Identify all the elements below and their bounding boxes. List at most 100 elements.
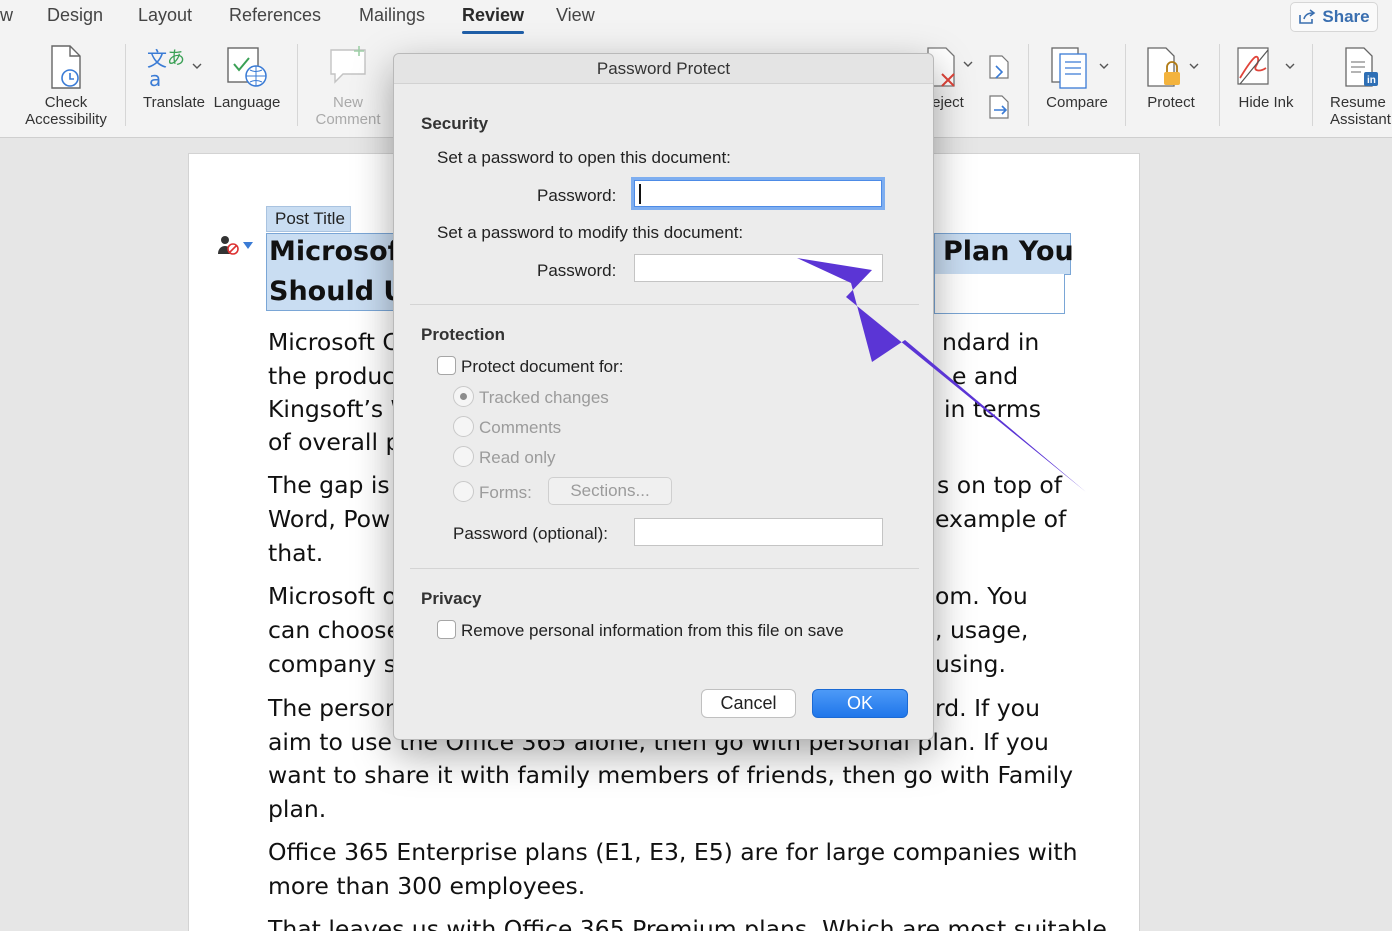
language-label: Language bbox=[213, 94, 281, 111]
translate-button[interactable]: 文あa Translate bbox=[140, 44, 208, 111]
optional-password-field[interactable] bbox=[634, 518, 883, 546]
paragraph-line: using. bbox=[935, 650, 1006, 678]
language-button[interactable]: Language bbox=[212, 44, 282, 111]
ribbon-separator bbox=[297, 44, 298, 126]
hide-ink-icon bbox=[1237, 47, 1295, 85]
protect-label: Protect bbox=[1147, 94, 1195, 111]
check-accessibility-button[interactable]: Check Accessibility bbox=[18, 44, 114, 128]
ribbon-tab-bar: w Design Layout References Mailings Revi… bbox=[0, 0, 1392, 40]
share-label: Share bbox=[1322, 7, 1370, 26]
paragraph-line: in terms bbox=[944, 395, 1041, 423]
modify-password-label: Password: bbox=[537, 261, 617, 280]
share-button[interactable]: Share bbox=[1290, 2, 1378, 32]
active-tab-indicator bbox=[462, 31, 524, 34]
tab-design[interactable]: Design bbox=[47, 5, 103, 26]
hide-ink-button[interactable]: Hide Ink bbox=[1232, 44, 1300, 111]
protection-heading: Protection bbox=[421, 325, 506, 344]
track-nav-buttons[interactable] bbox=[984, 44, 1014, 128]
cancel-button[interactable]: Cancel bbox=[701, 689, 796, 718]
sections-button[interactable]: Sections... bbox=[548, 477, 672, 505]
compare-label: Compare bbox=[1046, 94, 1108, 111]
protect-document-checkbox[interactable] bbox=[437, 356, 456, 375]
text-caret bbox=[639, 184, 641, 204]
remove-personal-info-checkbox[interactable] bbox=[437, 620, 456, 639]
title-content-control-right-bottom bbox=[934, 274, 1065, 314]
paragraph-line: more than 300 employees. bbox=[268, 872, 586, 900]
privacy-heading: Privacy bbox=[421, 589, 482, 608]
paragraph-line: Microsoft o bbox=[268, 582, 397, 610]
section-divider bbox=[410, 568, 919, 569]
read-only-label: Read only bbox=[479, 448, 556, 467]
paragraph-line: The gap is c bbox=[268, 471, 411, 499]
dialog-title: Password Protect bbox=[394, 54, 933, 84]
protect-lock-icon bbox=[1147, 47, 1199, 87]
protect-document-label: Protect document for: bbox=[461, 357, 624, 376]
paragraph-line: The person bbox=[268, 694, 400, 722]
modify-password-prompt: Set a password to modify this document: bbox=[437, 223, 744, 242]
open-password-field[interactable] bbox=[631, 177, 885, 210]
tab-view-partial[interactable]: w bbox=[0, 5, 13, 26]
tab-review[interactable]: Review bbox=[462, 5, 524, 26]
paragraph-line: want to share it with family members of … bbox=[268, 761, 1074, 789]
translate-label: Translate bbox=[143, 94, 205, 111]
check-accessibility-label-2: Accessibility bbox=[25, 111, 107, 128]
person-blocked-icon bbox=[218, 236, 239, 255]
editing-restriction-marker[interactable] bbox=[216, 234, 258, 256]
post-title-tag-label: Post Title bbox=[275, 209, 345, 228]
svg-text:あ: あ bbox=[167, 48, 185, 69]
language-icon bbox=[227, 47, 267, 87]
ribbon-separator bbox=[125, 44, 126, 126]
tab-layout[interactable]: Layout bbox=[138, 5, 192, 26]
resume-assistant-label-2: Assistant bbox=[1330, 111, 1391, 128]
svg-text:in: in bbox=[1367, 75, 1376, 86]
modify-password-field[interactable] bbox=[634, 254, 883, 282]
paragraph-line: om. You bbox=[935, 582, 1028, 610]
resume-assistant-icon: in bbox=[1345, 47, 1378, 87]
comments-label: Comments bbox=[479, 418, 562, 437]
paragraph-line: e and bbox=[952, 362, 1019, 390]
tab-mailings[interactable]: Mailings bbox=[359, 5, 425, 26]
password-protect-dialog: Password Protect Security Set a password… bbox=[393, 53, 934, 740]
tracked-changes-radio[interactable] bbox=[453, 386, 474, 407]
tab-view[interactable]: View bbox=[556, 5, 595, 26]
ribbon-separator bbox=[1219, 44, 1220, 126]
security-heading: Security bbox=[421, 114, 489, 133]
comments-radio[interactable] bbox=[453, 416, 474, 437]
protect-button[interactable]: Protect bbox=[1140, 44, 1202, 111]
optional-password-label: Password (optional): bbox=[453, 524, 608, 543]
paragraph-line: of overall p bbox=[268, 428, 401, 456]
paragraph-line: that. bbox=[268, 539, 324, 567]
paragraph-line: can choose bbox=[268, 616, 401, 644]
tab-references[interactable]: References bbox=[229, 5, 321, 26]
forms-radio[interactable] bbox=[453, 481, 474, 502]
read-only-radio[interactable] bbox=[453, 446, 474, 467]
paragraph-line: Office 365 Enterprise plans (E1, E3, E5)… bbox=[268, 838, 1078, 866]
content-control-tag[interactable]: Post Title bbox=[266, 206, 351, 232]
compare-icon bbox=[1051, 47, 1109, 89]
remove-personal-info-label: Remove personal information from this fi… bbox=[461, 621, 844, 640]
translate-icon: 文あa bbox=[147, 47, 202, 90]
paragraph-line: That leaves us with Office 365 Premium p… bbox=[268, 915, 1107, 931]
ok-button[interactable]: OK bbox=[812, 689, 908, 718]
compare-button[interactable]: Compare bbox=[1040, 44, 1114, 111]
accessibility-check-icon bbox=[51, 45, 81, 89]
svg-text:a: a bbox=[149, 67, 161, 90]
share-icon bbox=[1299, 9, 1316, 24]
title-line-1: Microsoft bbox=[269, 236, 413, 267]
resume-assistant-button[interactable]: in Resume Assistant bbox=[1326, 44, 1392, 128]
open-password-prompt: Set a password to open this document: bbox=[437, 148, 731, 167]
paragraph-line: rd. If you bbox=[935, 694, 1040, 722]
section-divider bbox=[410, 304, 919, 305]
resume-assistant-label-1: Resume bbox=[1330, 94, 1386, 111]
hide-ink-label: Hide Ink bbox=[1238, 94, 1294, 111]
ribbon-separator bbox=[1125, 44, 1126, 126]
paragraph-line: s on top of bbox=[937, 471, 1063, 499]
paragraph-line: ndard in bbox=[942, 328, 1040, 356]
paragraph-line: Word, Pow bbox=[268, 505, 391, 533]
paragraph-line: company si bbox=[268, 650, 403, 678]
open-password-label: Password: bbox=[537, 186, 617, 205]
new-comment-button[interactable]: New Comment bbox=[308, 44, 388, 128]
paragraph-line: the product bbox=[268, 362, 405, 390]
paragraph-line: example of bbox=[935, 505, 1067, 533]
paragraph-line: Kingsoft’s W bbox=[268, 395, 414, 423]
